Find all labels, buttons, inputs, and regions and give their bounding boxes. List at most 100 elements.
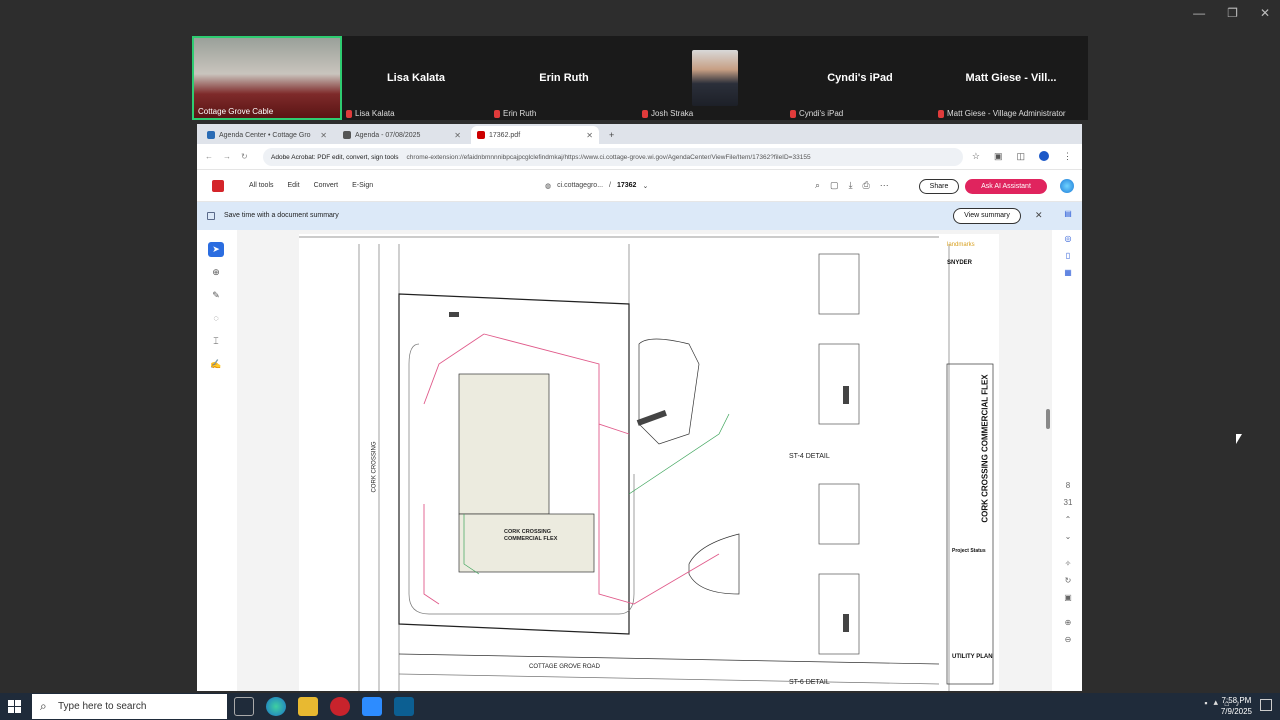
road-label: COTTAGE GROVE ROAD (529, 664, 600, 670)
tab-bar: Agenda Center • Cottage Gro ✕ Agenda - 0… (197, 124, 1082, 144)
taskbar-search-input[interactable]: ⌕ Type here to search (32, 694, 227, 719)
tray-icon[interactable]: ▪ (1204, 698, 1207, 708)
reload-icon[interactable]: ↻ (241, 152, 248, 161)
brand-logo: SNYDER (947, 260, 973, 266)
zoom-out-icon[interactable]: ⊖ (1065, 635, 1072, 644)
more-icon[interactable]: ⋯ (880, 180, 889, 191)
sidebar-icon[interactable]: ◫ (1016, 151, 1025, 162)
street-label: CORK CROSSING (371, 441, 378, 493)
tab-label: Agenda Center • Cottage Gro (219, 131, 311, 139)
zoom-in-icon[interactable]: ⊕ (1065, 618, 1072, 627)
comment-icon[interactable]: ▤ (1064, 209, 1072, 218)
left-toolbar: ➤ ⊕ ✎ ◌ ⌶ ✍ (205, 242, 227, 372)
app-icon[interactable] (394, 697, 414, 716)
text-select-icon[interactable]: ⌶ (208, 334, 224, 349)
page-number: 8 (1065, 481, 1071, 490)
page-icon[interactable]: ▢ (830, 180, 839, 191)
tab-agenda[interactable]: Agenda - 07/08/2025 ✕ (337, 126, 467, 144)
pencil-icon[interactable]: ✎ (208, 288, 224, 303)
print-icon[interactable]: ⎙ (863, 180, 870, 191)
banner-close-button[interactable]: ✕ (1035, 210, 1043, 221)
participant-tile-cyndi[interactable]: Cyndi's iPad Cyndi's iPad (786, 36, 934, 120)
chat-icon[interactable]: ◎ (1065, 234, 1072, 243)
participant-label: Cottage Grove Cable (198, 107, 274, 116)
participant-tile-matt[interactable]: Matt Giese - Vill... Matt Giese - Villag… (934, 36, 1088, 120)
tray-icon[interactable]: ▴ (1214, 697, 1219, 708)
view-summary-button[interactable]: View summary (953, 208, 1021, 224)
tab-agenda-center[interactable]: Agenda Center • Cottage Gro ✕ (201, 126, 333, 144)
participant-label: Josh Straka (642, 109, 693, 118)
zoom-app-icon[interactable] (362, 697, 382, 716)
scroll-thumb[interactable] (1046, 409, 1050, 429)
menu-icon[interactable]: ⋮ (1063, 151, 1072, 162)
menu-all-tools[interactable]: All tools (249, 182, 274, 189)
scrollbar[interactable] (1045, 234, 1051, 684)
notification-icon[interactable] (1260, 699, 1272, 711)
forward-icon[interactable]: → (223, 152, 231, 161)
windows-start-icon[interactable] (8, 700, 22, 714)
close-icon[interactable]: ✕ (320, 131, 327, 140)
participant-label: Lisa Kalata (346, 109, 395, 118)
participant-label: Erin Ruth (494, 109, 536, 118)
file-separator: / (609, 182, 611, 189)
document-viewport[interactable]: COTTAGE GROVE ROAD CORK CROSSING CORK CR… (237, 230, 1052, 691)
participant-tile-erin[interactable]: Erin Ruth Erin Ruth (490, 36, 638, 120)
file-breadcrumb[interactable]: ◍ ci.cottagegro... / 17362 ⌄ (545, 182, 648, 190)
task-view-icon[interactable] (234, 697, 254, 716)
mic-muted-icon (346, 109, 352, 118)
pdf-page: COTTAGE GROVE ROAD CORK CROSSING CORK CR… (299, 234, 999, 691)
taskbar-apps (234, 697, 414, 716)
mic-muted-icon (642, 109, 648, 118)
page-up-icon[interactable]: ⌃ (1065, 515, 1072, 524)
save-icon[interactable]: ▣ (1064, 593, 1072, 602)
mic-muted-icon (790, 109, 796, 118)
participant-label: Matt Giese - Village Administrator (938, 109, 1066, 118)
zoom-tool-icon[interactable]: ⊕ (208, 265, 224, 280)
participant-tile-lisa[interactable]: Lisa Kalata Lisa Kalata (342, 36, 490, 120)
detail-label: ST-4 DETAIL (789, 453, 830, 460)
url-input[interactable]: Adobe Acrobat: PDF edit, convert, sign t… (263, 148, 963, 166)
new-tab-button[interactable]: + (603, 126, 619, 144)
menu-convert[interactable]: Convert (314, 182, 339, 189)
lasso-icon[interactable]: ◌ (208, 311, 224, 326)
minimize-button[interactable]: — (1193, 6, 1205, 20)
restore-button[interactable]: ❐ (1227, 6, 1238, 20)
close-icon[interactable]: ✕ (454, 131, 461, 140)
page-down-icon[interactable]: ⌄ (1065, 532, 1072, 541)
tab-pdf[interactable]: 17362.pdf ✕ (471, 126, 599, 144)
acrobat-app-icon[interactable] (330, 697, 350, 716)
site-icon (343, 131, 351, 139)
participant-display-name: Matt Giese - Vill... (965, 72, 1057, 84)
search-icon[interactable]: ⌕ (815, 180, 820, 191)
profile-avatar[interactable] (1039, 151, 1049, 161)
edge-icon[interactable] (266, 697, 286, 716)
file-explorer-icon[interactable] (298, 697, 318, 716)
participant-video-cottage-grove-cable[interactable]: Cottage Grove Cable (192, 36, 342, 120)
clock-date: 7/9/2025 (1220, 707, 1252, 716)
menu-edit[interactable]: Edit (288, 182, 300, 189)
title-block: CORK CROSSING COMMERCIAL FLEX (980, 374, 990, 523)
close-icon[interactable]: ✕ (586, 131, 593, 140)
search-icon: ⌕ (40, 699, 47, 713)
ai-sparkle-icon[interactable]: ✧ (1065, 559, 1072, 568)
participant-display-name: Cyndi's iPad (827, 72, 893, 84)
back-icon[interactable]: ← (205, 152, 213, 161)
ai-orb-icon[interactable] (1060, 179, 1074, 193)
share-button[interactable]: Share (919, 179, 959, 194)
extensions-icon[interactable]: ▣ (994, 151, 1003, 162)
acrobat-logo-icon[interactable] (212, 180, 224, 192)
menu-esign[interactable]: E-Sign (352, 182, 373, 189)
bookmark-icon[interactable]: ▯ (1066, 251, 1070, 260)
thumbnails-icon[interactable]: ▦ (1064, 268, 1072, 277)
download-icon[interactable]: ⤓ (849, 180, 853, 191)
summary-banner: Save time with a document summary View s… (197, 202, 1082, 230)
rotate-icon[interactable]: ↻ (1065, 576, 1072, 585)
acrobat-menu: All tools Edit Convert E-Sign (249, 182, 373, 189)
select-tool-icon[interactable]: ➤ (208, 242, 224, 257)
close-button[interactable]: ✕ (1260, 6, 1270, 20)
star-icon[interactable]: ☆ (972, 151, 980, 162)
sign-icon[interactable]: ✍ (208, 357, 224, 372)
system-clock[interactable]: 7:58 PM 7/9/2025 (1221, 695, 1252, 717)
ai-assistant-button[interactable]: Ask AI Assistant (965, 179, 1047, 194)
browser-window: Agenda Center • Cottage Gro ✕ Agenda - 0… (197, 124, 1082, 691)
